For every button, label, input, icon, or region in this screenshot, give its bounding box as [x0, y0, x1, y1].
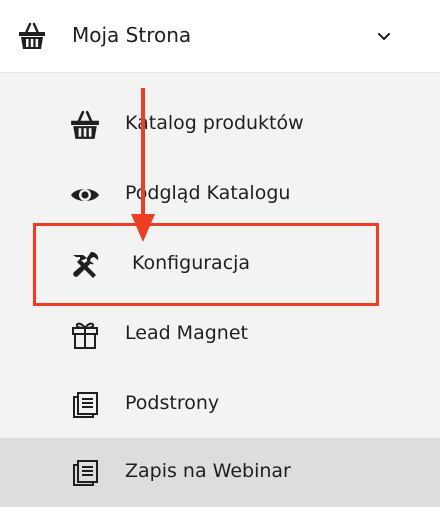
site-name: Moja Strona — [72, 23, 192, 47]
chevron-down-icon[interactable] — [374, 27, 394, 47]
gift-icon — [69, 319, 101, 351]
pages-icon — [69, 457, 101, 489]
menu-item-katalog-produktow[interactable]: Katalog produktów — [0, 90, 440, 160]
eye-icon — [69, 179, 101, 211]
menu-item-zapis-na-webinar[interactable]: Zapis na Webinar — [0, 438, 440, 508]
menu-item-konfiguracja[interactable]: Konfiguracja — [0, 230, 440, 300]
basket-icon — [69, 109, 101, 141]
menu-item-label: Katalog produktów — [125, 112, 304, 134]
menu-item-label: Podstrony — [125, 392, 220, 414]
menu-item-label: Zapis na Webinar — [125, 460, 291, 482]
tools-icon — [69, 249, 101, 281]
site-selector[interactable]: Moja Strona — [0, 0, 440, 73]
menu-item-podglad-katalogu[interactable]: Podgląd Katalogu — [0, 160, 440, 230]
menu-item-lead-magnet[interactable]: Lead Magnet — [0, 300, 440, 370]
sidebar-divider — [0, 507, 440, 518]
menu-item-podstrony[interactable]: Podstrony — [0, 370, 440, 440]
menu-item-label: Konfiguracja — [132, 252, 251, 274]
basket-icon — [18, 21, 46, 51]
menu-item-label: Lead Magnet — [125, 322, 248, 344]
pages-icon — [69, 389, 101, 421]
menu-item-label: Podgląd Katalogu — [125, 182, 291, 204]
